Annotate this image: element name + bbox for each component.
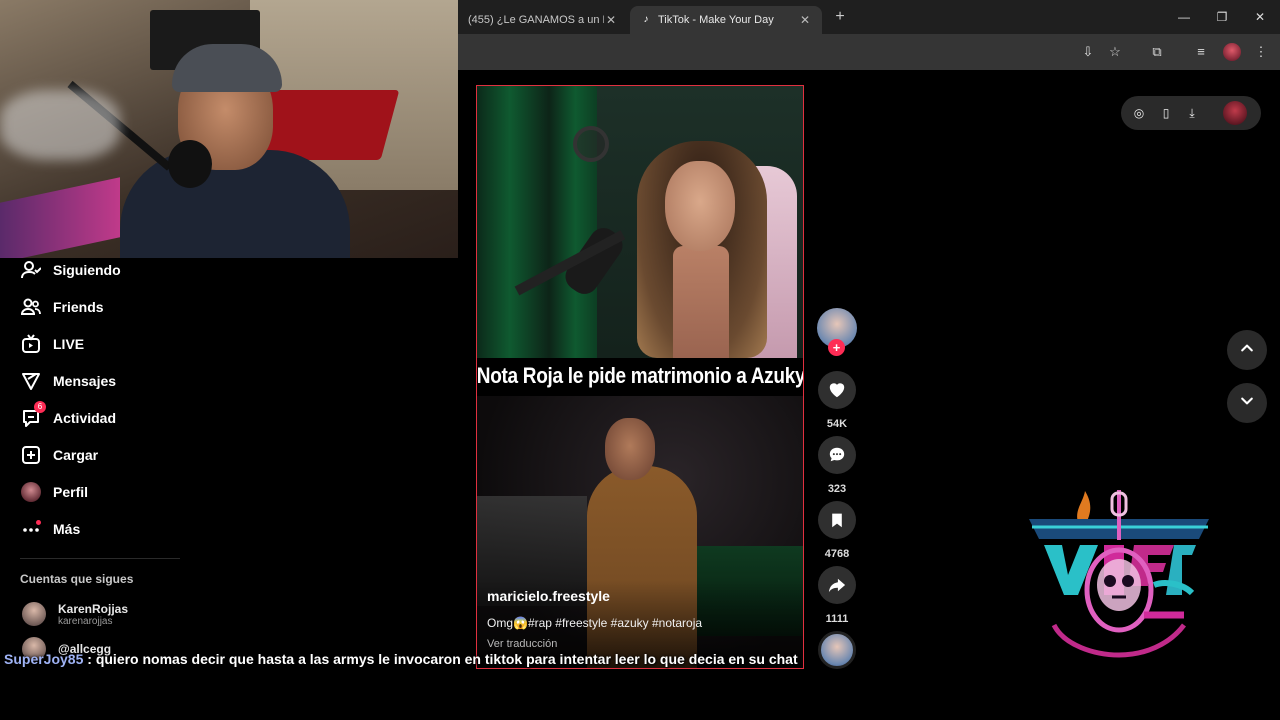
sidebar-item-cargar[interactable]: Cargar — [20, 443, 98, 467]
sidebar-item-siguiendo[interactable]: Siguiendo — [20, 258, 121, 282]
chevron-down-icon — [1239, 393, 1255, 414]
compass-icon[interactable]: ◎ — [1130, 104, 1148, 122]
music-disc-icon[interactable] — [818, 631, 856, 669]
video-frame-top — [477, 86, 803, 358]
save-action[interactable]: 4768 — [817, 501, 857, 560]
sidebar-item-live[interactable]: LIVE — [20, 332, 84, 356]
tab-youtube[interactable]: (455) ¿Le GANAMOS a un MILAGRO? ✕ — [458, 6, 628, 34]
extensions-icon[interactable]: ⧉ — [1148, 43, 1166, 61]
tab-close-icon[interactable]: ✕ — [798, 13, 812, 27]
sidebar-item-label: Cargar — [53, 447, 99, 463]
more-icon — [20, 518, 42, 540]
like-count: 54K — [826, 418, 848, 430]
video-overlay-text: Nota Roja le pide matrimonio a Azuky — [476, 364, 804, 389]
friends-icon — [20, 296, 42, 318]
share-icon[interactable] — [818, 566, 856, 604]
profile-avatar — [20, 481, 42, 503]
like-action[interactable]: 54K — [817, 371, 857, 430]
following-section-title: Cuentas que sigues — [20, 572, 134, 586]
sidebar-item-mas[interactable]: Más — [20, 517, 80, 541]
new-tab-button[interactable]: + — [830, 8, 850, 28]
upload-icon — [20, 444, 42, 466]
minimize-button[interactable]: — — [1172, 8, 1196, 26]
sidebar-item-perfil[interactable]: Perfil — [20, 480, 88, 504]
chevron-up-icon — [1239, 340, 1255, 361]
live-icon — [20, 333, 42, 355]
account-name: KarenRojjas — [58, 601, 129, 616]
phone-icon[interactable]: ▯ — [1157, 104, 1175, 122]
profile-avatar[interactable] — [1223, 101, 1247, 125]
video-overlay-caption: Nota Roja le pide matrimonio a Azuky — [476, 358, 804, 396]
close-window-button[interactable]: ✕ — [1248, 8, 1272, 26]
media-control-icon[interactable]: ≡ — [1192, 43, 1210, 61]
sidebar-item-label: Actividad — [53, 410, 117, 426]
sidebar-item-mensajes[interactable]: Mensajes — [20, 369, 116, 393]
comment-action[interactable]: 323 — [817, 436, 857, 495]
sidebar-item-label: Más — [53, 521, 81, 537]
share-action[interactable]: 1111 — [817, 566, 857, 625]
activity-icon: 6 — [20, 401, 46, 429]
notification-badge: 6 — [34, 401, 46, 413]
sidebar-divider — [20, 558, 180, 559]
sidebar-item-actividad[interactable]: 6 Actividad — [20, 401, 117, 430]
account-handle: karenarojjas — [58, 615, 113, 627]
sidebar-item-label: LIVE — [53, 336, 85, 352]
messages-icon — [20, 370, 42, 392]
sidebar-item-label: Mensajes — [53, 373, 117, 389]
chat-separator: : — [87, 651, 92, 667]
chat-username: SuperJoy85 — [4, 651, 84, 667]
new-indicator-dot — [36, 520, 41, 525]
tab-tiktok[interactable]: ♪ TikTok - Make Your Day ✕ — [630, 6, 822, 34]
profile-avatar-icon[interactable] — [1223, 43, 1241, 61]
tab-title: (455) ¿Le GANAMOS a un MILAGRO? — [468, 14, 604, 26]
bookmark-icon[interactable] — [818, 501, 856, 539]
comment-count: 323 — [827, 483, 847, 495]
screen: (455) ¿Le GANAMOS a un MILAGRO? ✕ ♪ TikT… — [0, 0, 1280, 720]
sidebar-item-label: Friends — [53, 299, 104, 315]
bookmark-star-icon[interactable]: ☆ — [1106, 43, 1124, 61]
next-video-button[interactable] — [1227, 383, 1267, 423]
install-app-icon[interactable]: ⇩ — [1079, 43, 1097, 61]
kebab-menu-icon[interactable]: ⋮ — [1252, 43, 1270, 61]
following-account[interactable]: KarenRojjas karenarojjas — [22, 599, 128, 629]
save-count: 4768 — [824, 548, 850, 560]
maximize-button[interactable]: ❐ — [1210, 8, 1234, 26]
stream-logo-icon — [1024, 485, 1214, 670]
share-count: 1111 — [825, 613, 849, 625]
video-author[interactable]: maricielo.freestyle — [487, 588, 610, 604]
download-icon[interactable]: ⤓ — [1183, 104, 1201, 122]
comment-icon[interactable] — [818, 436, 856, 474]
sidebar-item-friends[interactable]: Friends — [20, 295, 104, 319]
avatar — [22, 602, 46, 626]
sidebar-item-label: Siguiendo — [53, 262, 121, 278]
previous-video-button[interactable] — [1227, 330, 1267, 370]
chat-text: quiero nomas decir que hasta a las armys… — [95, 651, 798, 667]
stream-chat-message: SuperJoy85 : quiero nomas decir que hast… — [4, 648, 804, 671]
follow-button[interactable]: + — [828, 339, 845, 356]
tiktok-favicon-icon: ♪ — [643, 14, 649, 25]
following-icon — [20, 259, 42, 281]
tiktok-sidebar: Siguiendo Friends LIVE Mensajes 6 Activi… — [0, 258, 458, 661]
tab-title: TikTok - Make Your Day — [658, 14, 774, 26]
sidebar-item-label: Perfil — [53, 484, 89, 500]
video-player[interactable]: Nota Roja le pide matrimonio a Azuky mar… — [476, 85, 804, 669]
streamer-webcam — [0, 0, 458, 258]
tab-close-icon[interactable]: ✕ — [604, 13, 618, 27]
top-right-controls: ◎ ▯ ⤓ — [1121, 96, 1261, 130]
video-description: Omg😱#rap #freestyle #azuky #notaroja — [487, 616, 703, 630]
heart-icon[interactable] — [818, 371, 856, 409]
